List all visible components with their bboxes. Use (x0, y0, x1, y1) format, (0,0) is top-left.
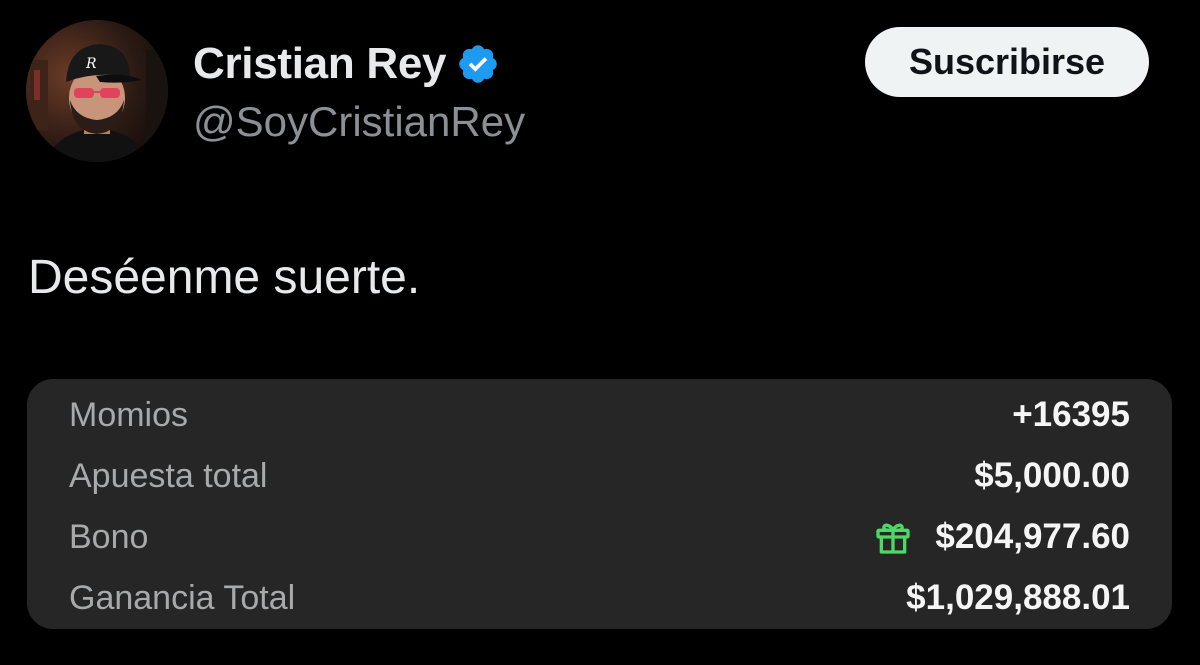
total-winnings-value: $1,029,888.01 (906, 578, 1130, 617)
bonus-label: Bono (69, 517, 149, 556)
tweet-text: Deséenme suerte. (28, 251, 421, 304)
user-handle[interactable]: @SoyCristianRey (193, 98, 525, 146)
bet-row-odds: Momios +16395 (27, 385, 1172, 445)
verified-badge-icon (456, 42, 500, 86)
bet-row-bonus: Bono $204,977.60 (27, 507, 1172, 567)
display-name[interactable]: Cristian Rey (193, 39, 446, 89)
subscribe-button[interactable]: Suscribirse (865, 27, 1149, 97)
bet-row-total-winnings: Ganancia Total $1,029,888.01 (27, 568, 1172, 628)
total-stake-label: Apuesta total (69, 456, 268, 495)
author-name-row[interactable]: Cristian Rey (193, 38, 500, 90)
bet-summary-card[interactable]: Momios +16395 Apuesta total $5,000.00 Bo… (27, 379, 1172, 629)
total-winnings-label: Ganancia Total (69, 578, 296, 617)
bet-row-total-stake: Apuesta total $5,000.00 (27, 446, 1172, 506)
avatar[interactable]: R (26, 20, 168, 162)
gift-icon (873, 517, 913, 557)
bonus-value: $204,977.60 (935, 517, 1130, 556)
bonus-value-group: $204,977.60 (873, 517, 1130, 557)
avatar-image: R (26, 20, 168, 162)
cap-logo: R (85, 56, 97, 72)
odds-label: Momios (69, 395, 189, 434)
total-stake-value: $5,000.00 (974, 456, 1130, 495)
odds-value: +16395 (1012, 395, 1130, 434)
